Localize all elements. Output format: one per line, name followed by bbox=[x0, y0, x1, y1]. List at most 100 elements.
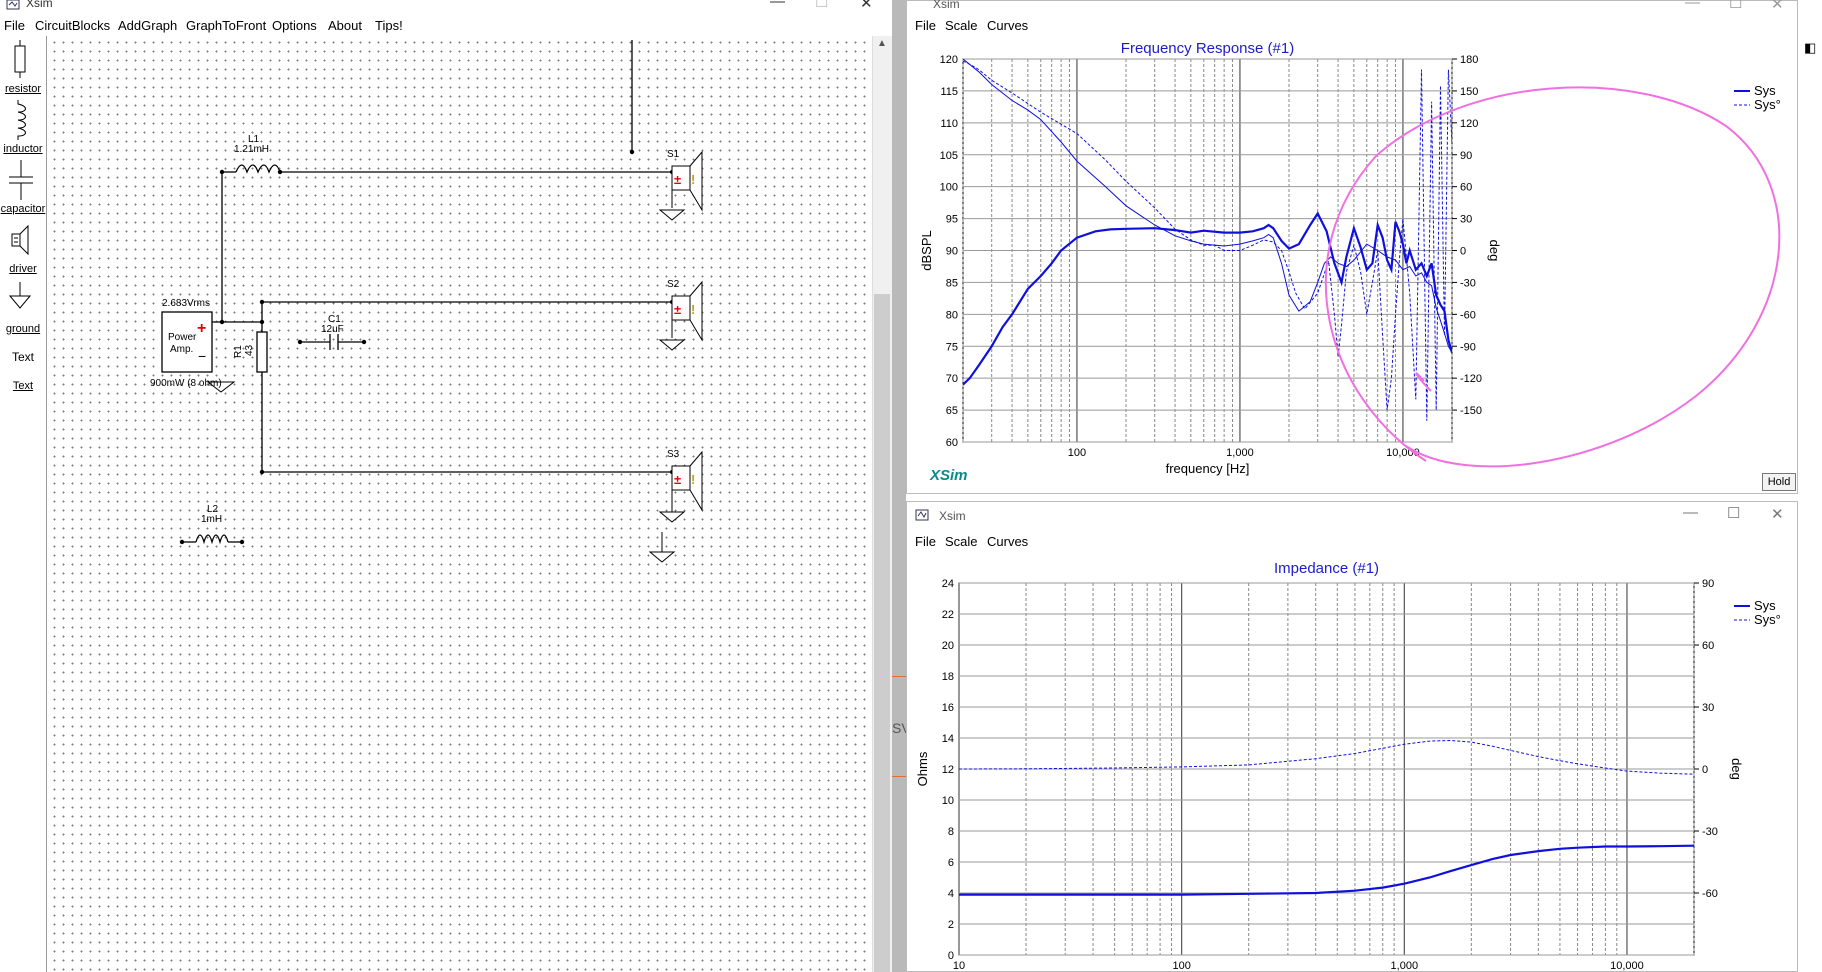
y2-axis-label: deg bbox=[1487, 240, 1502, 262]
schematic-drawing: + − ± ! ± ! ± ! 2.683Vrms Power Amp. 900… bbox=[150, 40, 703, 563]
x-tick-label: 10 bbox=[953, 960, 965, 972]
svg-text:±: ± bbox=[674, 172, 681, 187]
c1-value: 12uF bbox=[321, 324, 344, 335]
scroll-up-icon[interactable]: ▲ bbox=[874, 38, 890, 54]
hold-button[interactable]: Hold bbox=[1762, 473, 1796, 491]
speaker-s1[interactable]: ± ! bbox=[658, 150, 703, 221]
y-tick-label: 20 bbox=[942, 640, 954, 652]
y2-tick-label: 60 bbox=[1460, 182, 1472, 194]
svg-text:!: ! bbox=[691, 302, 695, 317]
y2-tick-label: -30 bbox=[1460, 277, 1476, 289]
imp-maximize-icon[interactable]: ☐ bbox=[1727, 504, 1740, 522]
y2-tick-label: 30 bbox=[1460, 214, 1472, 226]
y2-tick-label: -150 bbox=[1460, 405, 1482, 417]
imp-app-icon bbox=[915, 509, 929, 521]
x-tick-label: 100 bbox=[1068, 447, 1086, 459]
y-tick-label: 95 bbox=[946, 214, 958, 226]
imp-menu-scale[interactable]: Scale bbox=[945, 534, 978, 549]
r1-value: 43 bbox=[244, 344, 255, 356]
y-tick-label: 4 bbox=[948, 888, 954, 900]
chart-title: Impedance (#1) bbox=[1274, 560, 1379, 577]
freq-menu-bar: File Scale Curves bbox=[907, 15, 1797, 35]
y-axis-label: Ohms bbox=[915, 751, 930, 786]
s2-label: S2 bbox=[667, 279, 680, 290]
freq-menu-scale[interactable]: Scale bbox=[945, 18, 978, 33]
legend-label: Sys bbox=[1754, 83, 1776, 98]
svg-text:±: ± bbox=[674, 472, 681, 487]
y2-tick-label: 0 bbox=[1460, 246, 1466, 258]
y-tick-label: 80 bbox=[946, 309, 958, 321]
imp-window-title: Xsim bbox=[939, 509, 966, 523]
imp-close-icon[interactable]: ✕ bbox=[1771, 505, 1784, 523]
y2-tick-label: -90 bbox=[1460, 341, 1476, 353]
y2-tick-label: 30 bbox=[1702, 702, 1714, 714]
y2-tick-label: 0 bbox=[1702, 764, 1708, 776]
chart-title: Frequency Response (#1) bbox=[1121, 40, 1294, 57]
y2-tick-label: -30 bbox=[1702, 826, 1718, 838]
amp-voltage: 2.683Vrms bbox=[162, 298, 210, 309]
y2-axis-label: deg bbox=[1729, 758, 1744, 780]
amp-label-1: Power bbox=[168, 332, 197, 343]
s3-label: S3 bbox=[667, 449, 680, 460]
legend-label: Sys° bbox=[1754, 612, 1781, 627]
y-tick-label: 18 bbox=[942, 671, 954, 683]
speaker-s2[interactable]: ± ! bbox=[658, 280, 703, 351]
amp-power: 900mW (8 ohm) bbox=[150, 378, 222, 389]
y2-tick-label: 120 bbox=[1460, 118, 1478, 130]
scrollbar-thumb[interactable] bbox=[874, 294, 890, 972]
y-tick-label: 90 bbox=[946, 246, 958, 258]
svg-text:!: ! bbox=[691, 172, 695, 187]
y-tick-label: 65 bbox=[946, 405, 958, 417]
y-tick-label: 12 bbox=[942, 764, 954, 776]
panel-icon[interactable]: ◧ bbox=[1804, 40, 1816, 56]
r1-name: R1 bbox=[233, 345, 244, 358]
y-tick-label: 110 bbox=[940, 118, 958, 130]
y-tick-label: 75 bbox=[946, 341, 958, 353]
y-tick-label: 60 bbox=[946, 437, 958, 449]
x-tick-label: 100 bbox=[1172, 960, 1190, 972]
svg-text:!: ! bbox=[691, 472, 695, 487]
freq-menu-curves[interactable]: Curves bbox=[987, 18, 1028, 33]
imp-title-bar: Xsim — ☐ ✕ bbox=[907, 502, 1797, 528]
y2-tick-label: 90 bbox=[1702, 578, 1714, 590]
y-tick-label: 24 bbox=[942, 578, 954, 590]
freq-menu-file[interactable]: File bbox=[915, 18, 936, 33]
xsim-brand-label: XSim bbox=[929, 467, 968, 484]
imp-menu-curves[interactable]: Curves bbox=[987, 534, 1028, 549]
y-tick-label: 6 bbox=[948, 857, 954, 869]
x-axis-label: frequency [Hz] bbox=[1166, 461, 1250, 476]
y-tick-label: 70 bbox=[946, 373, 958, 385]
svg-text:−: − bbox=[198, 348, 206, 364]
y-tick-label: 120 bbox=[940, 54, 958, 66]
y2-tick-label: 150 bbox=[1460, 86, 1478, 98]
svg-text:+: + bbox=[197, 320, 206, 337]
imp-minimize-icon[interactable]: — bbox=[1683, 504, 1698, 521]
amp-label-2: Amp. bbox=[170, 344, 193, 355]
freq-window-title: Xsim bbox=[933, 0, 960, 11]
impedance-chart[interactable]: 024681012141618202224-60-30030609010 100 1… bbox=[906, 551, 1798, 972]
y-tick-label: 8 bbox=[948, 826, 954, 838]
y2-tick-label: -120 bbox=[1460, 373, 1482, 385]
s1-label: S1 bbox=[667, 149, 680, 160]
speaker-s3[interactable]: ± ! bbox=[648, 450, 703, 563]
imp-menu-bar: File Scale Curves bbox=[907, 531, 1797, 551]
x-tick-label: 1,000 bbox=[1391, 960, 1419, 972]
imp-menu-file[interactable]: File bbox=[915, 534, 936, 549]
y2-tick-label: 60 bbox=[1702, 640, 1714, 652]
l2-value: 1mH bbox=[201, 514, 222, 525]
frequency-response-chart[interactable]: 60 65 70 75 80 85 90 95 100 105 110 115 120 -150 -120 -… bbox=[906, 36, 1798, 494]
y2-tick-label: 180 bbox=[1460, 54, 1478, 66]
y-tick-label: 2 bbox=[948, 919, 954, 931]
x-tick-label: 10,000 bbox=[1610, 960, 1644, 972]
svg-text:±: ± bbox=[674, 302, 681, 317]
y-tick-label: 105 bbox=[940, 150, 958, 162]
x-tick-label: 1,000 bbox=[1226, 447, 1254, 459]
freq-maximize-icon[interactable]: ☐ bbox=[1729, 0, 1742, 12]
y-tick-label: 85 bbox=[946, 277, 958, 289]
desktop-background: SV bbox=[892, 0, 911, 972]
legend-label: Sys° bbox=[1754, 97, 1781, 112]
freq-close-icon[interactable]: ✕ bbox=[1771, 0, 1784, 13]
freq-minimize-icon[interactable]: — bbox=[1685, 0, 1700, 11]
y-tick-label: 10 bbox=[942, 795, 954, 807]
y-axis-label: dBSPL bbox=[919, 230, 934, 270]
